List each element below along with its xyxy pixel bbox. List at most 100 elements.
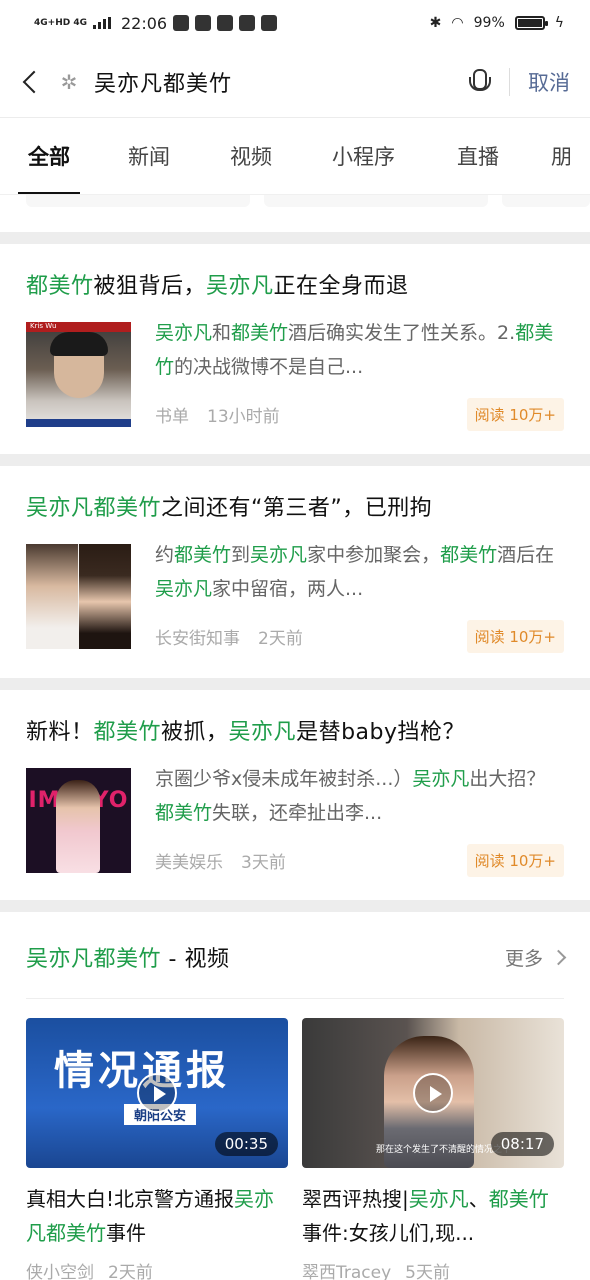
article-card[interactable]: 都美竹被狙背后，吴亦凡正在全身而退 Kris Wu 吴亦凡和都美竹酒后确实发生了… [0, 244, 590, 454]
tab-more[interactable]: 朋 [551, 141, 572, 171]
chevron-right-icon [550, 949, 567, 965]
video-thumbnail[interactable]: 那在这个发生了不清醒的情况之下 08:17 [302, 1018, 564, 1168]
text-segment: 翠西评热搜| [302, 1187, 409, 1211]
battery-icon [514, 16, 548, 30]
video-time: 2天前 [108, 1263, 153, 1280]
thumbnail-person-left [26, 544, 78, 649]
back-arrow-icon[interactable] [20, 70, 44, 94]
text-segment: 京圈少爷x侵未成年被封杀...） [155, 768, 413, 790]
article-snippet: 京圈少爷x侵未成年被封杀...）吴亦凡出大招？ 都美竹失联，还牵扯出李... [155, 762, 564, 830]
video-card[interactable]: 那在这个发生了不清醒的情况之下 08:17 翠西评热搜|吴亦凡、都美竹事件:女孩… [302, 1018, 564, 1280]
text-segment: 是替baby挡枪？ [296, 720, 465, 745]
article-title[interactable]: 新料！都美竹被抓，吴亦凡是替baby挡枪？ [26, 718, 564, 748]
search-tabs: 全部 新闻 视频 小程序 直播 朋 [0, 118, 590, 194]
fragment-card [264, 195, 488, 207]
section-separator [0, 900, 590, 912]
section-separator [0, 678, 590, 690]
thumbnail-label: Kris Wu [30, 322, 57, 330]
microphone-icon[interactable] [465, 67, 491, 97]
text-segment: 家中留宿，两人... [212, 578, 364, 600]
article-snippet: 吴亦凡和都美竹酒后确实发生了性关系。2.都美竹的决战微博不是自己... [155, 316, 564, 384]
divider [26, 998, 564, 999]
article-source: 美美娱乐 [155, 853, 223, 873]
search-input[interactable]: 吴亦凡都美竹 [94, 66, 232, 98]
app-notification-icon [195, 15, 212, 31]
article-time: 3天前 [241, 853, 286, 873]
article-thumbnail: IMMIYO [26, 768, 131, 873]
text-segment: 真相大白!北京警方通报 [26, 1187, 235, 1211]
article-meta: 美美娱乐 3天前 [155, 848, 286, 873]
tab-video[interactable]: 视频 [230, 141, 272, 171]
keyword-highlight: 吴亦凡 [155, 578, 213, 600]
video-duration: 08:17 [490, 1132, 554, 1156]
search-header: ✲ 吴亦凡都美竹 取消 [0, 46, 590, 118]
text-segment: 被狙背后， [93, 274, 207, 299]
text-segment: 正在全身而退 [273, 274, 409, 299]
app-notification-icon [173, 15, 190, 31]
video-time: 5天前 [405, 1263, 450, 1280]
video-duration: 00:35 [214, 1132, 278, 1156]
tab-live[interactable]: 直播 [457, 141, 499, 171]
text-segment: 新料！ [26, 720, 94, 745]
tab-mini-program[interactable]: 小程序 [332, 141, 395, 171]
video-section-keyword: 吴亦凡都美竹 [26, 947, 162, 972]
play-icon[interactable] [413, 1073, 453, 1113]
read-count-badge: 阅读 10万+ [466, 620, 564, 653]
text-segment: 到 [231, 544, 251, 566]
more-label: 更多 [504, 947, 543, 970]
article-thumbnail [26, 544, 131, 649]
keyword-highlight: 吴亦凡 [206, 274, 274, 299]
video-meta: 翠西Tracey 5天前 [302, 1258, 564, 1280]
article-card[interactable]: 新料！都美竹被抓，吴亦凡是替baby挡枪？ IMMIYO 京圈少爷x侵未成年被封… [0, 690, 590, 900]
battery-fill [517, 19, 542, 27]
article-time: 2天前 [258, 629, 303, 649]
text-segment: 事件:女孩儿们,现... [302, 1221, 475, 1245]
keyword-highlight: 吴亦凡 [250, 544, 308, 566]
keyword-highlight: 都美竹 [231, 322, 289, 344]
video-section-title: 吴亦凡都美竹 - 视频 [26, 941, 229, 973]
section-separator [0, 454, 590, 466]
thumbnail-person-right [79, 544, 131, 649]
video-title[interactable]: 真相大白!北京警方通报吴亦凡都美竹事件 [26, 1182, 288, 1250]
read-count-badge: 阅读 10万+ [466, 844, 564, 877]
video-card[interactable]: 情况通报 朝阳公安 00:35 真相大白!北京警方通报吴亦凡都美竹事件 侠小空剑… [26, 1018, 288, 1280]
article-meta: 书单 13小时前 [155, 402, 280, 427]
battery-percent: 99% [473, 15, 505, 31]
text-segment: 出大招？ [469, 768, 546, 790]
app-notification-icon [239, 15, 256, 31]
keyword-highlight: 都美竹 [93, 720, 162, 745]
keyword-highlight: 都美竹 [26, 274, 94, 299]
play-icon[interactable] [137, 1073, 177, 1113]
article-source: 长安街知事 [155, 629, 240, 649]
video-meta: 侠小空剑 2天前 [26, 1258, 288, 1280]
thumbnail-hair [50, 332, 108, 356]
text-segment: 家中参加聚会， [307, 544, 441, 566]
video-section-suffix: - 视频 [161, 947, 230, 972]
video-thumbnail[interactable]: 情况通报 朝阳公安 00:35 [26, 1018, 288, 1168]
text-segment: 的决战微博不是自己... [174, 356, 364, 378]
cancel-button[interactable]: 取消 [528, 67, 570, 97]
keyword-highlight: 都美竹 [440, 544, 498, 566]
tab-all[interactable]: 全部 [18, 141, 80, 194]
keyword-highlight: 吴亦凡 [412, 768, 470, 790]
keyword-highlight: 都美竹 [174, 544, 232, 566]
text-segment: 之间还有“第三者”，已刑拘 [161, 496, 433, 521]
article-source: 书单 [155, 407, 189, 427]
video-title[interactable]: 翠西评热搜|吴亦凡、都美竹事件:女孩儿们,现... [302, 1182, 564, 1250]
wifi-icon: ◠ [451, 15, 464, 31]
text-segment: 被抓， [161, 720, 229, 745]
article-card[interactable]: 吴亦凡都美竹之间还有“第三者”，已刑拘 约都美竹到吴亦凡家中参加聚会，都美竹酒后… [0, 466, 590, 678]
text-segment: 约 [155, 544, 175, 566]
text-segment: 失联，还牵扯出李... [212, 802, 383, 824]
more-button[interactable]: 更多 [504, 944, 567, 971]
article-title[interactable]: 都美竹被狙背后，吴亦凡正在全身而退 [26, 272, 564, 302]
signal-icon [92, 17, 111, 29]
article-meta: 长安街知事 2天前 [155, 624, 303, 649]
article-time: 13小时前 [207, 407, 280, 427]
article-title[interactable]: 吴亦凡都美竹之间还有“第三者”，已刑拘 [26, 494, 564, 524]
tab-news[interactable]: 新闻 [128, 141, 170, 171]
video-section-header: 吴亦凡都美竹 - 视频 更多 [26, 940, 567, 974]
divider [509, 67, 510, 96]
clock: 22:06 [120, 13, 168, 33]
previous-results-fragment [0, 194, 590, 234]
